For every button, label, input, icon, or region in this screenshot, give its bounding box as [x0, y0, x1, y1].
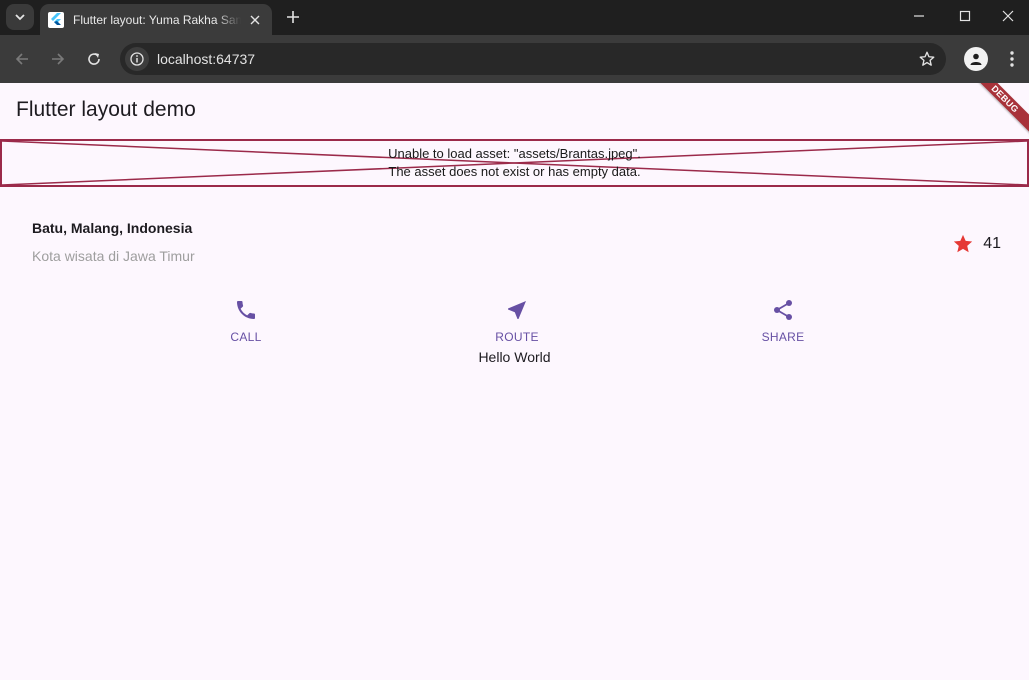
plus-icon: [287, 11, 299, 23]
tab-title: Flutter layout: Yuma Rakha Samudra: [73, 12, 241, 27]
share-icon: [774, 300, 792, 320]
image-error-detail: The asset does not exist or has empty da…: [388, 164, 641, 179]
tab-search-button[interactable]: [6, 4, 34, 30]
url-text: localhost:64737: [157, 51, 256, 67]
new-tab-button[interactable]: [282, 6, 304, 28]
site-info-button[interactable]: [125, 47, 149, 71]
more-vert-icon: [1010, 51, 1014, 67]
chevron-down-icon: [15, 14, 25, 21]
tab-close-button[interactable]: [246, 11, 264, 29]
close-icon: [1002, 10, 1014, 22]
person-icon: [970, 53, 982, 65]
image-error-message: Unable to load asset: "assets/Brantas.jp…: [388, 146, 641, 161]
share-button[interactable]: SHARE: [738, 298, 828, 344]
call-label: CALL: [230, 330, 262, 344]
star-outline-icon: [919, 51, 935, 66]
image-error-placeholder: Unable to load asset: "assets/Brantas.jp…: [0, 139, 1029, 187]
rating-count: 41: [983, 235, 1001, 252]
reload-icon: [88, 53, 100, 65]
info-icon: [130, 52, 144, 66]
maximize-icon: [959, 10, 971, 22]
profile-button[interactable]: [964, 47, 988, 71]
route-label: ROUTE: [495, 330, 539, 344]
phone-icon: [237, 301, 255, 319]
debug-banner: DEBUG: [965, 83, 1029, 139]
route-button[interactable]: ROUTE: [472, 298, 562, 344]
place-subtitle: Kota wisata di Jawa Timur: [32, 248, 195, 264]
star-icon: [954, 234, 973, 253]
share-label: SHARE: [761, 330, 805, 344]
close-icon: [250, 15, 260, 24]
minimize-button[interactable]: [896, 0, 942, 32]
reload-button[interactable]: [80, 45, 108, 73]
arrow-right-icon: [52, 53, 65, 65]
bookmark-button[interactable]: [918, 50, 936, 73]
browser-titlebar: Flutter layout: Yuma Rakha Samudra: [0, 0, 1029, 35]
arrow-left-icon: [15, 53, 28, 65]
call-button[interactable]: CALL: [201, 298, 291, 344]
page-title: Flutter layout demo: [16, 98, 196, 121]
close-window-button[interactable]: [985, 0, 1029, 32]
flutter-app: Flutter layout demo DEBUG Unable to load…: [0, 83, 1029, 680]
near-me-icon: [508, 301, 526, 319]
hello-text: Hello World: [478, 349, 551, 365]
minimize-icon: [914, 15, 924, 17]
back-button[interactable]: [8, 45, 36, 73]
browser-menu-button[interactable]: [1003, 47, 1021, 71]
rating: 41: [952, 233, 1001, 255]
browser-tab[interactable]: Flutter layout: Yuma Rakha Samudra: [40, 4, 272, 35]
maximize-button[interactable]: [942, 0, 988, 32]
flutter-logo-icon: [48, 11, 64, 28]
address-bar[interactable]: localhost:64737: [120, 43, 946, 75]
browser-toolbar: localhost:64737: [0, 35, 1029, 83]
place-title: Batu, Malang, Indonesia: [32, 220, 193, 236]
forward-button[interactable]: [44, 45, 72, 73]
